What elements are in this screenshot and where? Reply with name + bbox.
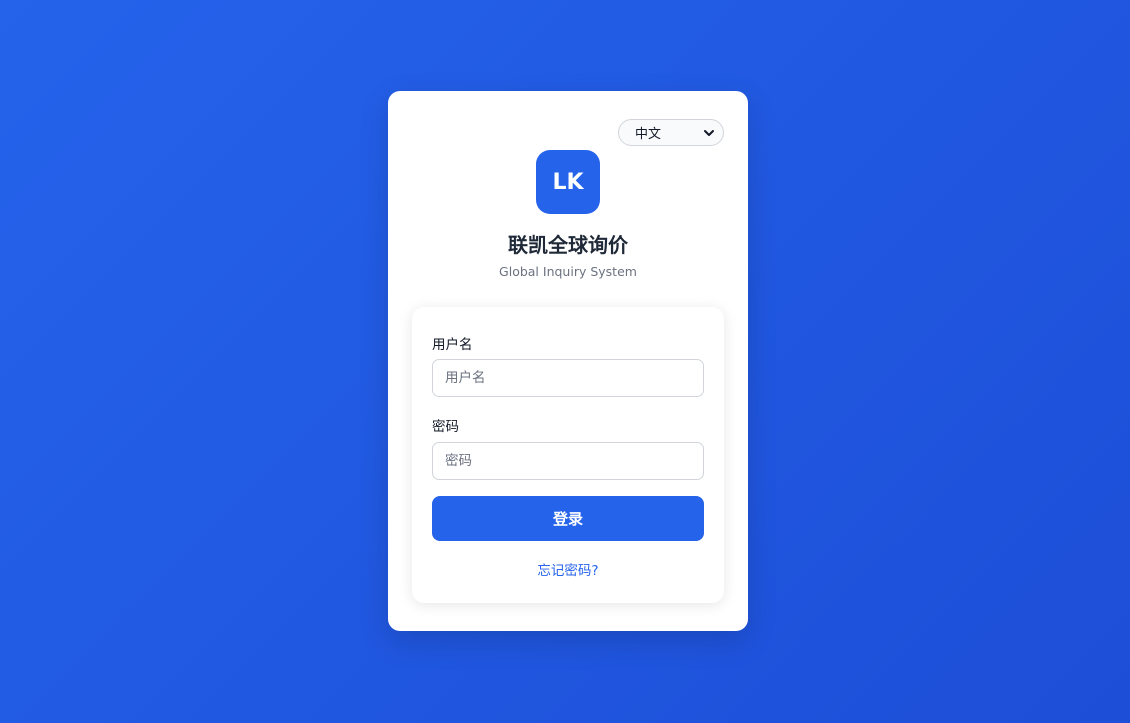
login-button[interactable]: 登录 bbox=[432, 496, 704, 541]
login-card: 中文 LK 联凯全球询价 Global Inquiry System 用户名 密… bbox=[388, 91, 748, 631]
password-label: 密码 bbox=[432, 419, 459, 435]
login-form: 用户名 密码 登录 忘记密码? bbox=[412, 307, 724, 603]
password-input[interactable] bbox=[432, 442, 704, 480]
username-input[interactable] bbox=[432, 359, 704, 397]
username-label: 用户名 bbox=[432, 337, 473, 353]
app-title: 联凯全球询价 bbox=[508, 233, 628, 257]
language-select-value: 中文 bbox=[635, 127, 662, 142]
forgot-password-link[interactable]: 忘记密码? bbox=[412, 559, 724, 579]
app-subtitle: Global Inquiry System bbox=[499, 264, 637, 279]
language-select[interactable]: 中文 bbox=[618, 119, 724, 146]
chevron-down-icon bbox=[703, 127, 715, 139]
app-logo: LK bbox=[536, 150, 600, 214]
